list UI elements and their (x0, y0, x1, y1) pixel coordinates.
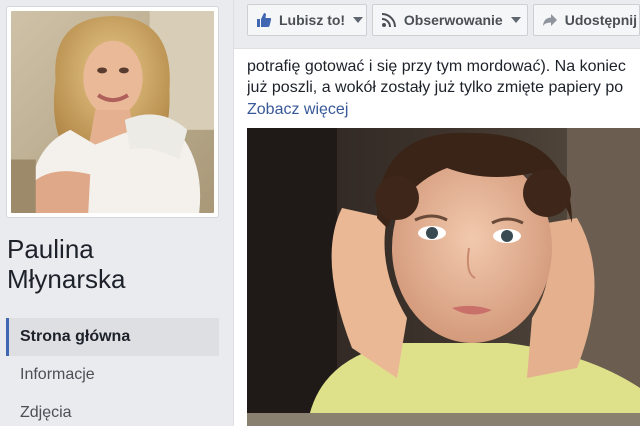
like-button[interactable]: Lubisz to! (247, 4, 367, 36)
page-title[interactable]: Paulina Młynarska (7, 234, 227, 294)
post-photo[interactable] (247, 128, 640, 426)
follow-button[interactable]: Obserwowanie (371, 4, 528, 36)
profile-picture-frame[interactable] (6, 6, 219, 218)
nav-item-about[interactable]: Informacje (6, 356, 219, 394)
nav-item-home[interactable]: Strona główna (6, 318, 219, 356)
nav-item-photos[interactable]: Zdjęcia (6, 394, 219, 426)
post-text: potrafię gotować i się przy tym mordować… (247, 56, 640, 98)
rss-icon (381, 12, 397, 28)
share-button[interactable]: Udostępnij (532, 4, 640, 36)
page-title-line2: Młynarska (7, 264, 126, 294)
chevron-down-icon (353, 17, 364, 23)
page-action-bar: Lubisz to! Obserwowanie Udostępnij (247, 4, 640, 38)
chevron-down-icon (510, 17, 521, 23)
profile-photo-image (11, 11, 214, 213)
page-title-line1: Paulina (7, 234, 94, 264)
post-card: potrafię gotować i się przy tym mordować… (234, 48, 640, 426)
share-arrow-icon (542, 12, 558, 28)
page-navigation: Strona główna Informacje Zdjęcia (6, 318, 219, 426)
thumbs-up-icon (256, 12, 272, 28)
left-column: Paulina Młynarska Strona główna Informac… (0, 0, 233, 426)
see-more-link[interactable]: Zobacz więcej (247, 99, 348, 120)
like-button-label: Lubisz to! (279, 12, 346, 28)
post-text-line1: potrafię gotować i się przy tym mordować… (247, 58, 626, 75)
follow-button-label: Obserwowanie (403, 12, 503, 28)
post-photo-image (247, 128, 640, 426)
post-text-line2: już poszli, a wokół zostały już tylko zm… (247, 79, 624, 96)
profile-picture[interactable] (11, 11, 214, 213)
share-button-label: Udostępnij (564, 12, 638, 28)
